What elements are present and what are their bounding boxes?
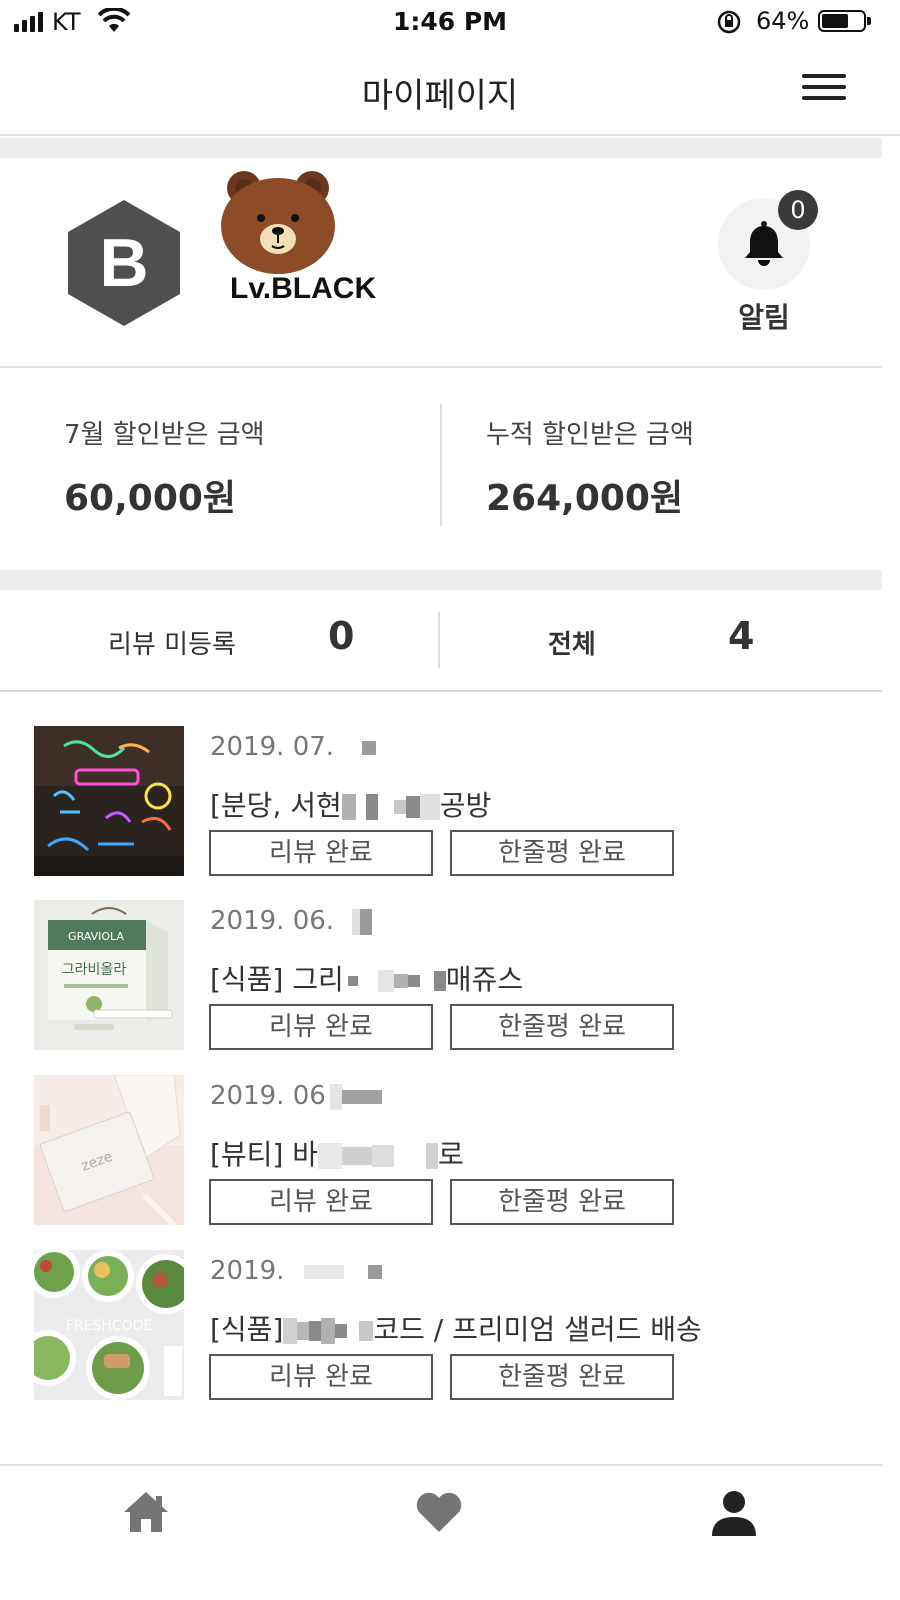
oneline-review-complete-button[interactable]: 한줄평 완료 <box>450 1004 674 1050</box>
product-thumbnail <box>34 726 184 876</box>
status-bar: KT 1:46 PM 64% <box>0 0 900 46</box>
order-name: [식품] 코드 / 프리미엄 샐러드 배송 <box>210 1313 702 1346</box>
battery-fill <box>822 14 848 28</box>
thumb-brand-text: FRESHCODE <box>66 1318 152 1334</box>
section-divider <box>0 570 882 590</box>
monthly-discount: 7월 할인받은 금액 60,000원 <box>64 414 265 521</box>
bottom-nav <box>0 1464 882 1600</box>
grade-badge: B <box>66 198 182 332</box>
review-complete-button[interactable]: 리뷰 완료 <box>209 1179 433 1225</box>
divider <box>440 404 442 526</box>
order-date: 2019. <box>210 1256 383 1286</box>
hamburger-menu-icon[interactable] <box>800 70 848 104</box>
total-discount: 누적 할인받은 금액 264,000원 <box>486 414 694 521</box>
review-summary: 리뷰 미등록 0 전체 4 <box>0 590 882 692</box>
notification-label: 알림 <box>738 301 790 334</box>
order-item[interactable]: FRESHCODE 2019. [식품] 코드 / 프리미엄 샐러드 배송 리뷰 … <box>0 1250 882 1400</box>
product-thumbnail: GRAVIOLA 그라비올라 <box>34 900 184 1050</box>
profile-section: B Lv.BLACK 0 알림 <box>0 158 882 368</box>
review-unregistered-count: 0 <box>328 614 355 658</box>
monthly-discount-value: 60,000원 <box>64 478 237 519</box>
product-thumbnail: zeze <box>34 1075 184 1225</box>
home-icon[interactable] <box>122 1490 170 1538</box>
order-date: 2019. 07. <box>210 732 377 762</box>
order-date: 2019. 06 <box>210 1081 382 1111</box>
order-name: [뷰티] 바로 <box>210 1138 464 1171</box>
total-discount-value: 264,000원 <box>486 478 684 519</box>
member-level: Lv.BLACK <box>230 272 377 305</box>
rotation-lock-icon <box>717 10 741 34</box>
tab-review-unregistered[interactable]: 리뷰 미등록 0 <box>0 590 438 690</box>
notification-count-badge: 0 <box>778 190 818 230</box>
order-item[interactable]: 2019. 07. [분당, 서현 공방 리뷰 완료 한줄평 완료 <box>0 726 882 876</box>
order-date: 2019. 06. <box>210 906 373 936</box>
order-name: [식품] 그리 매쥬스 <box>210 963 524 996</box>
thumb-brand-text: GRAVIOLA <box>68 930 124 943</box>
oneline-review-complete-button[interactable]: 한줄평 완료 <box>450 1179 674 1225</box>
review-complete-button[interactable]: 리뷰 완료 <box>209 830 433 876</box>
heart-icon[interactable] <box>414 1490 464 1538</box>
product-thumbnail: FRESHCODE <box>34 1250 184 1400</box>
thumb-product-text: 그라비올라 <box>62 962 127 978</box>
battery-icon <box>818 10 871 32</box>
person-icon[interactable] <box>710 1490 758 1542</box>
monthly-discount-label: 7월 할인받은 금액 <box>64 420 265 450</box>
order-name: [분당, 서현 공방 <box>210 789 492 822</box>
review-unregistered-label: 리뷰 미등록 <box>108 630 236 660</box>
review-complete-button[interactable]: 리뷰 완료 <box>209 1004 433 1050</box>
tab-review-all[interactable]: 전체 4 <box>440 590 882 690</box>
oneline-review-complete-button[interactable]: 한줄평 완료 <box>450 830 674 876</box>
order-item[interactable]: zeze 2019. 06 [뷰티] 바로 리뷰 완료 한줄평 완료 <box>0 1075 882 1225</box>
bear-avatar <box>221 171 335 274</box>
oneline-review-complete-button[interactable]: 한줄평 완료 <box>450 1354 674 1400</box>
section-divider <box>0 138 882 158</box>
review-complete-button[interactable]: 리뷰 완료 <box>209 1354 433 1400</box>
order-item[interactable]: GRAVIOLA 그라비올라 2019. 06. [식품] 그리 매쥬스 리뷰 완… <box>0 900 882 1050</box>
grade-letter: B <box>99 225 148 301</box>
discount-summary: 7월 할인받은 금액 60,000원 누적 할인받은 금액 264,000원 <box>0 370 882 568</box>
review-all-count: 4 <box>728 614 755 658</box>
review-all-label: 전체 <box>548 630 596 660</box>
top-header: 마이페이지 <box>0 46 900 136</box>
page-title: 마이페이지 <box>361 76 519 116</box>
battery-percent: 64% <box>756 7 810 35</box>
total-discount-label: 누적 할인받은 금액 <box>486 420 694 450</box>
